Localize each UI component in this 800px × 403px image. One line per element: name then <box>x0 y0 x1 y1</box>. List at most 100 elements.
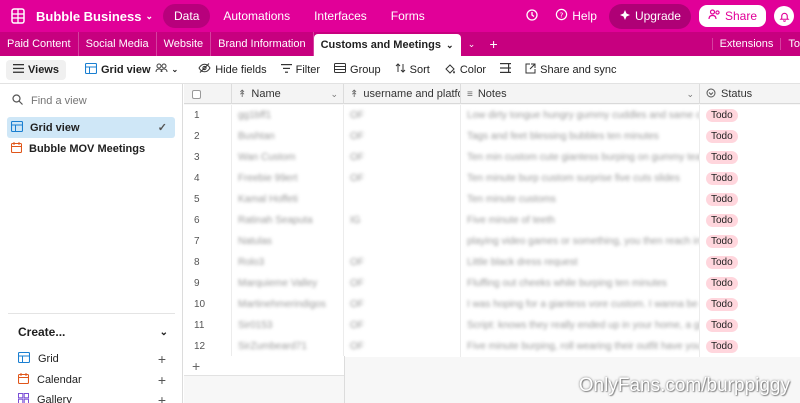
tab-website[interactable]: Website <box>157 32 212 56</box>
select-all-cell[interactable] <box>184 84 232 104</box>
table-row[interactable]: 1 gg1bff1 OF Low dirty tongue hungry gummy … <box>184 105 800 126</box>
create-calendar-view[interactable]: Calendar + <box>17 372 166 388</box>
name-cell[interactable]: Wan Custom <box>232 147 344 168</box>
tab-customs-and-meetings[interactable]: Customs and Meetings ⌄ <box>313 34 461 56</box>
column-header-username[interactable]: ↟ username and platfo... ⌄ <box>344 84 461 104</box>
select-all-checkbox[interactable] <box>192 89 201 99</box>
table-row[interactable]: 9 Marquieme Valley OF Fluffing out cheeks w… <box>184 273 800 294</box>
sidebar-view-bubble-mov-meetings[interactable]: Bubble MOV Meetings <box>7 138 175 159</box>
name-cell[interactable]: Marquieme Valley <box>232 273 344 294</box>
username-cell[interactable]: OF <box>344 126 461 147</box>
username-cell[interactable]: IG <box>344 210 461 231</box>
status-cell[interactable]: Todo <box>700 336 800 357</box>
tools-button[interactable]: To <box>780 38 800 50</box>
name-cell[interactable]: gg1bff1 <box>232 105 344 126</box>
notes-cell[interactable]: Five minute of teeth <box>461 210 700 231</box>
chevron-down-icon[interactable]: ⌄ <box>446 40 454 51</box>
tab-social-media[interactable]: Social Media <box>79 32 157 56</box>
help-button[interactable]: ? Help <box>555 8 597 24</box>
column-header-name[interactable]: ↟ Name ⌄ <box>232 84 344 104</box>
name-cell[interactable]: Natulas <box>232 231 344 252</box>
name-cell[interactable]: Bushtan <box>232 126 344 147</box>
plus-icon[interactable]: + <box>158 351 166 367</box>
username-cell[interactable] <box>344 231 461 252</box>
username-cell[interactable]: OF <box>344 294 461 315</box>
row-height-button[interactable] <box>493 59 518 80</box>
chevron-down-icon[interactable]: ⌄ <box>686 89 694 100</box>
current-view-button[interactable]: Grid view ⌄ <box>78 59 185 81</box>
color-button[interactable]: Color <box>437 59 493 81</box>
plus-icon[interactable]: + <box>158 372 166 388</box>
column-header-status[interactable]: Status <box>700 84 800 104</box>
status-cell[interactable]: Todo <box>700 294 800 315</box>
share-and-sync-button[interactable]: Share and sync <box>518 59 623 81</box>
notes-cell[interactable]: Ten min custom cute giantess burping on … <box>461 147 700 168</box>
notes-cell[interactable]: Ten minute burp custom surprise five cut… <box>461 168 700 189</box>
table-row[interactable]: 8 Rolo3 OF Little black dress request Todo <box>184 252 800 273</box>
nav-interfaces[interactable]: Interfaces <box>303 4 378 28</box>
status-cell[interactable]: Todo <box>700 231 800 252</box>
notes-cell[interactable]: Little black dress request <box>461 252 700 273</box>
table-row[interactable]: 11 Sir0153 OF Script: knows they really end… <box>184 315 800 336</box>
sidebar-view-grid-view[interactable]: Grid view ✓ <box>7 117 175 138</box>
find-view-input[interactable] <box>31 95 161 107</box>
name-cell[interactable]: Martinehmerindigos <box>232 294 344 315</box>
status-cell[interactable]: Todo <box>700 315 800 336</box>
table-row[interactable]: 4 Freebie 99ert OF Ten minute burp custom s… <box>184 168 800 189</box>
add-table-plus-icon[interactable]: + <box>483 32 505 56</box>
status-cell[interactable]: Todo <box>700 105 800 126</box>
chevron-down-icon[interactable]: ⌄ <box>160 327 168 338</box>
share-button[interactable]: Share <box>698 5 766 27</box>
name-cell[interactable]: SirZumbeard71 <box>232 336 344 357</box>
notes-cell[interactable]: Script: knows they really ended up in yo… <box>461 315 700 336</box>
table-row[interactable]: 2 Bushtan OF Tags and feet blessing bubbles… <box>184 126 800 147</box>
sort-button[interactable]: Sort <box>388 59 437 80</box>
notes-cell[interactable]: I was hoping for a giantess vore custom.… <box>461 294 700 315</box>
name-cell[interactable]: Ratinah Seaputa <box>232 210 344 231</box>
notes-cell[interactable]: Five minute burping, roll wearing their … <box>461 336 700 357</box>
create-view-section-header[interactable]: Create... ⌄ <box>18 325 168 339</box>
username-cell[interactable]: OF <box>344 315 461 336</box>
status-cell[interactable]: Todo <box>700 273 800 294</box>
base-logo-icon[interactable] <box>0 0 36 32</box>
username-cell[interactable] <box>344 189 461 210</box>
status-cell[interactable]: Todo <box>700 168 800 189</box>
tab-paid-content[interactable]: Paid Content <box>0 32 79 56</box>
username-cell[interactable]: OF <box>344 336 461 357</box>
table-row[interactable]: 6 Ratinah Seaputa IG Five minute of teeth To… <box>184 210 800 231</box>
history-icon[interactable] <box>525 8 539 25</box>
add-row-button[interactable]: + <box>184 356 344 376</box>
hide-fields-button[interactable]: Hide fields <box>191 59 273 80</box>
notifications-bell-icon[interactable] <box>774 6 794 26</box>
table-row[interactable]: 12 SirZumbeard71 OF Five minute burping, ro… <box>184 336 800 357</box>
name-cell[interactable]: Sir0153 <box>232 315 344 336</box>
chevron-down-icon[interactable]: ⌄ <box>447 89 455 100</box>
username-cell[interactable]: OF <box>344 147 461 168</box>
username-cell[interactable]: OF <box>344 252 461 273</box>
username-cell[interactable]: OF <box>344 105 461 126</box>
base-name-menu[interactable]: Bubble Business ⌄ <box>36 9 153 24</box>
name-cell[interactable]: Rolo3 <box>232 252 344 273</box>
status-cell[interactable]: Todo <box>700 210 800 231</box>
extensions-button[interactable]: Extensions <box>711 38 781 50</box>
group-button[interactable]: Group <box>327 59 388 80</box>
views-toggle-button[interactable]: Views <box>6 59 66 80</box>
name-cell[interactable]: Kamal Hoffeti <box>232 189 344 210</box>
status-cell[interactable]: Todo <box>700 147 800 168</box>
notes-cell[interactable]: Fluffing out cheeks while burping ten mi… <box>461 273 700 294</box>
notes-cell[interactable]: Ten minute customs <box>461 189 700 210</box>
username-cell[interactable]: OF <box>344 168 461 189</box>
notes-cell[interactable]: Low dirty tongue hungry gummy cuddles an… <box>461 105 700 126</box>
status-cell[interactable]: Todo <box>700 252 800 273</box>
username-cell[interactable]: OF <box>344 273 461 294</box>
find-view-search[interactable] <box>12 94 161 108</box>
status-cell[interactable]: Todo <box>700 189 800 210</box>
plus-icon[interactable]: + <box>158 392 166 403</box>
upgrade-button[interactable]: Upgrade <box>608 3 691 29</box>
nav-automations[interactable]: Automations <box>212 4 301 28</box>
create-grid-view[interactable]: Grid + <box>17 351 166 367</box>
table-row[interactable]: 3 Wan Custom OF Ten min custom cute giantes… <box>184 147 800 168</box>
notes-cell[interactable]: playing video games or something, you th… <box>461 231 700 252</box>
chevron-down-icon[interactable]: ⌄ <box>330 89 338 100</box>
table-row[interactable]: 7 Natulas playing video games or something… <box>184 231 800 252</box>
